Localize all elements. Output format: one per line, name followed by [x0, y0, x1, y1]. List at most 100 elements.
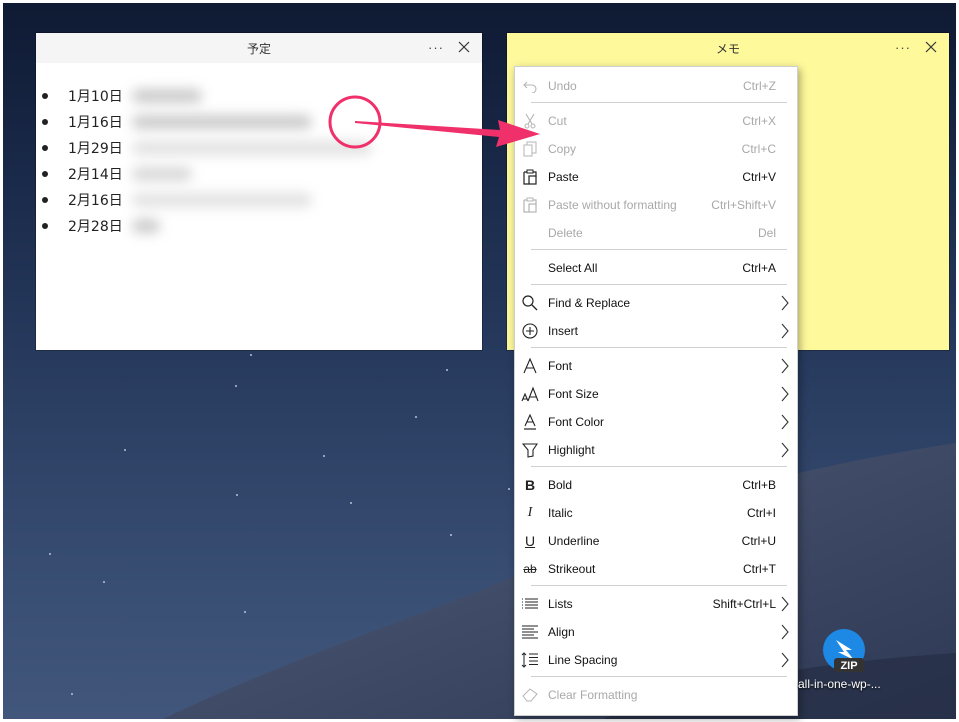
- menu-item-bold[interactable]: B Bold Ctrl+B: [515, 471, 797, 499]
- menu-item-label: Select All: [548, 261, 598, 275]
- strikethrough-icon: ab: [523, 562, 537, 576]
- zip-file-label[interactable]: all-in-one-wp-...: [798, 677, 881, 691]
- close-icon[interactable]: [923, 39, 939, 55]
- ellipsis-icon[interactable]: ···: [895, 40, 911, 55]
- note-titlebar[interactable]: メモ ···: [507, 33, 949, 63]
- menu-item-font-color[interactable]: Font Color: [515, 408, 797, 436]
- bullet: [42, 171, 48, 177]
- font-icon: [521, 357, 539, 375]
- menu-item-delete[interactable]: Delete Del: [515, 219, 797, 247]
- bullet: [42, 223, 48, 229]
- menu-item-label: Delete: [548, 226, 583, 240]
- italic-icon: I: [527, 505, 533, 520]
- menu-item-highlight[interactable]: Highlight: [515, 436, 797, 464]
- menu-item-shortcut: Shift+Ctrl+L: [712, 597, 776, 611]
- menu-item-label: Cut: [548, 114, 567, 128]
- close-icon[interactable]: [456, 39, 472, 55]
- menu-item-strikeout[interactable]: ab Strikeout Ctrl+T: [515, 555, 797, 583]
- menu-item-copy[interactable]: Copy Ctrl+C: [515, 135, 797, 163]
- star: [244, 611, 246, 613]
- plus-circle-icon: [521, 322, 539, 340]
- menu-item-line-spacing[interactable]: Line Spacing: [515, 646, 797, 674]
- menu-item-clear-formatting[interactable]: Clear Formatting: [515, 681, 797, 709]
- list-item-date: 2月14日: [68, 167, 123, 183]
- clipboard-icon: [521, 168, 539, 186]
- menu-item-italic[interactable]: I Italic Ctrl+I: [515, 499, 797, 527]
- zip-file-icon[interactable]: ZIP: [822, 628, 868, 674]
- underline-icon: U: [524, 533, 536, 549]
- menu-item-cut[interactable]: Cut Ctrl+X: [515, 107, 797, 135]
- blurred-text: [132, 89, 202, 103]
- menu-item-label: Find & Replace: [548, 296, 631, 310]
- menu-item-label: Underline: [548, 534, 600, 548]
- ellipsis-icon[interactable]: ···: [428, 40, 444, 55]
- list-item[interactable]: 2月28日: [36, 213, 482, 239]
- chevron-right-icon: [780, 624, 790, 640]
- context-menu[interactable]: Undo Ctrl+Z Cut Ctrl+X Copy Ctrl+C Paste Ctrl+V…: [514, 66, 798, 716]
- menu-item-undo[interactable]: Undo Ctrl+Z: [515, 72, 797, 100]
- menu-item-label: Font: [548, 359, 573, 373]
- menu-item-lists[interactable]: Lists Shift+Ctrl+L: [515, 590, 797, 618]
- bullet: [42, 119, 48, 125]
- sticky-note-schedule[interactable]: 予定 ··· 1月10日 1月16日 1月29日 2月14日 2月16日 2月2…: [36, 33, 482, 350]
- menu-item-select-all[interactable]: Select All Ctrl+A: [515, 254, 797, 282]
- menu-item-shortcut: Ctrl+U: [741, 534, 776, 548]
- star: [236, 494, 238, 496]
- list-item-date: 1月10日: [68, 89, 123, 105]
- menu-item-shortcut: Ctrl+I: [746, 506, 776, 520]
- menu-separator: [531, 284, 787, 285]
- blurred-text: [132, 219, 160, 233]
- copy-icon: [521, 140, 539, 158]
- menu-item-paste[interactable]: Paste Ctrl+V: [515, 163, 797, 191]
- star: [124, 449, 126, 451]
- list-item-date: 1月29日: [68, 141, 123, 157]
- menu-item-paste-without-formatting[interactable]: Paste without formatting Ctrl+Shift+V: [515, 191, 797, 219]
- note-title: 予定: [246, 41, 271, 56]
- list-item-date: 1月16日: [68, 115, 123, 131]
- zip-badge: ZIP: [840, 660, 857, 672]
- star: [71, 693, 73, 695]
- note-titlebar[interactable]: 予定 ···: [36, 33, 482, 63]
- blurred-text: [132, 193, 312, 207]
- list-item[interactable]: 1月29日: [36, 135, 482, 161]
- list-item[interactable]: 2月14日: [36, 161, 482, 187]
- scissors-icon: [521, 112, 539, 130]
- list-item-date: 2月28日: [68, 219, 123, 235]
- menu-item-shortcut: Ctrl+X: [742, 114, 776, 128]
- menu-item-shortcut: Ctrl+C: [741, 142, 776, 156]
- schedule-list[interactable]: 1月10日 1月16日 1月29日 2月14日 2月16日 2月28日: [36, 63, 482, 239]
- chevron-right-icon: [780, 295, 790, 311]
- highlighter-icon: [521, 441, 539, 459]
- menu-item-label: Insert: [548, 324, 579, 338]
- list-item[interactable]: 1月10日: [36, 83, 482, 109]
- list-item[interactable]: 2月16日: [36, 187, 482, 213]
- menu-item-label: Clear Formatting: [548, 688, 638, 702]
- chevron-right-icon: [780, 442, 790, 458]
- menu-item-label: Lists: [548, 597, 573, 611]
- menu-item-font-size[interactable]: Font Size: [515, 380, 797, 408]
- menu-item-find-replace[interactable]: Find & Replace: [515, 289, 797, 317]
- menu-separator: [531, 676, 787, 677]
- list-item[interactable]: 1月16日: [36, 109, 482, 135]
- menu-item-label: Line Spacing: [548, 653, 618, 667]
- search-icon: [521, 294, 539, 312]
- menu-item-underline[interactable]: U Underline Ctrl+U: [515, 527, 797, 555]
- star: [415, 416, 417, 418]
- bullet: [42, 145, 48, 151]
- menu-item-font[interactable]: Font: [515, 352, 797, 380]
- star: [49, 553, 51, 555]
- menu-item-align[interactable]: Align: [515, 618, 797, 646]
- star: [250, 354, 252, 356]
- menu-item-insert[interactable]: Insert: [515, 317, 797, 345]
- menu-item-label: Bold: [548, 478, 573, 492]
- menu-item-shortcut: Ctrl+A: [742, 261, 776, 275]
- bold-icon: B: [524, 477, 536, 493]
- font-size-icon: [521, 385, 539, 403]
- menu-item-label: Strikeout: [548, 562, 596, 576]
- list-item-date: 2月16日: [68, 193, 123, 209]
- menu-item-label: Font Color: [548, 415, 605, 429]
- star: [446, 369, 448, 371]
- font-color-icon: [521, 413, 539, 431]
- chevron-right-icon: [780, 414, 790, 430]
- menu-item-label: Copy: [548, 142, 577, 156]
